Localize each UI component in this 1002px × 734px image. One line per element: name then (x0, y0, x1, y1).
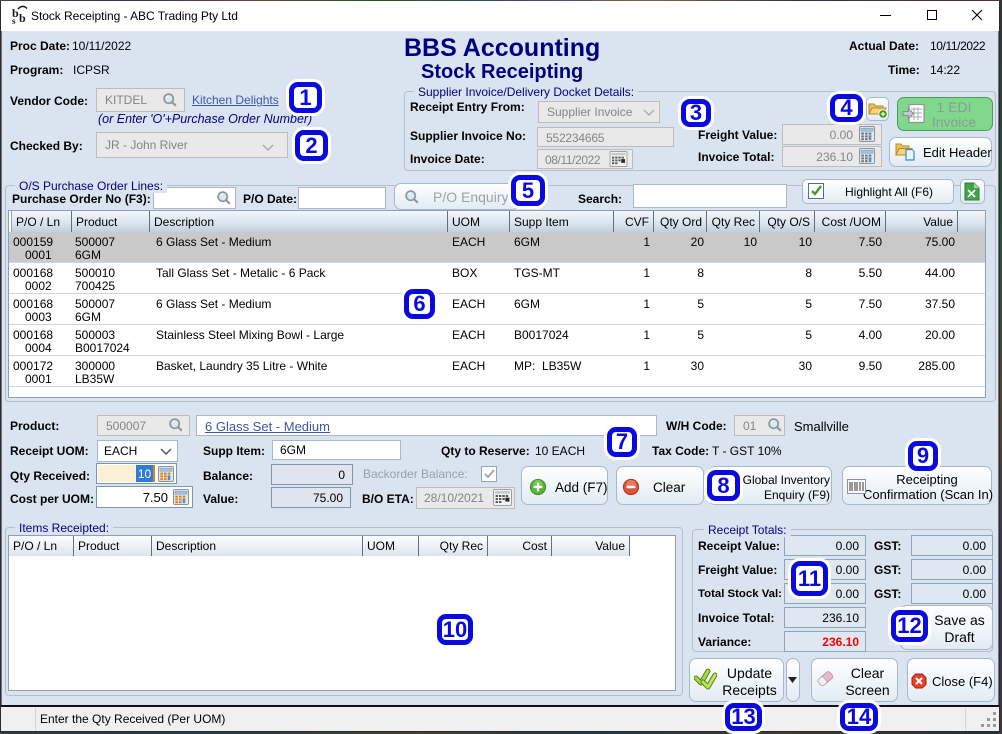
svg-text:s: s (12, 16, 16, 26)
svg-text:b: b (19, 11, 26, 25)
